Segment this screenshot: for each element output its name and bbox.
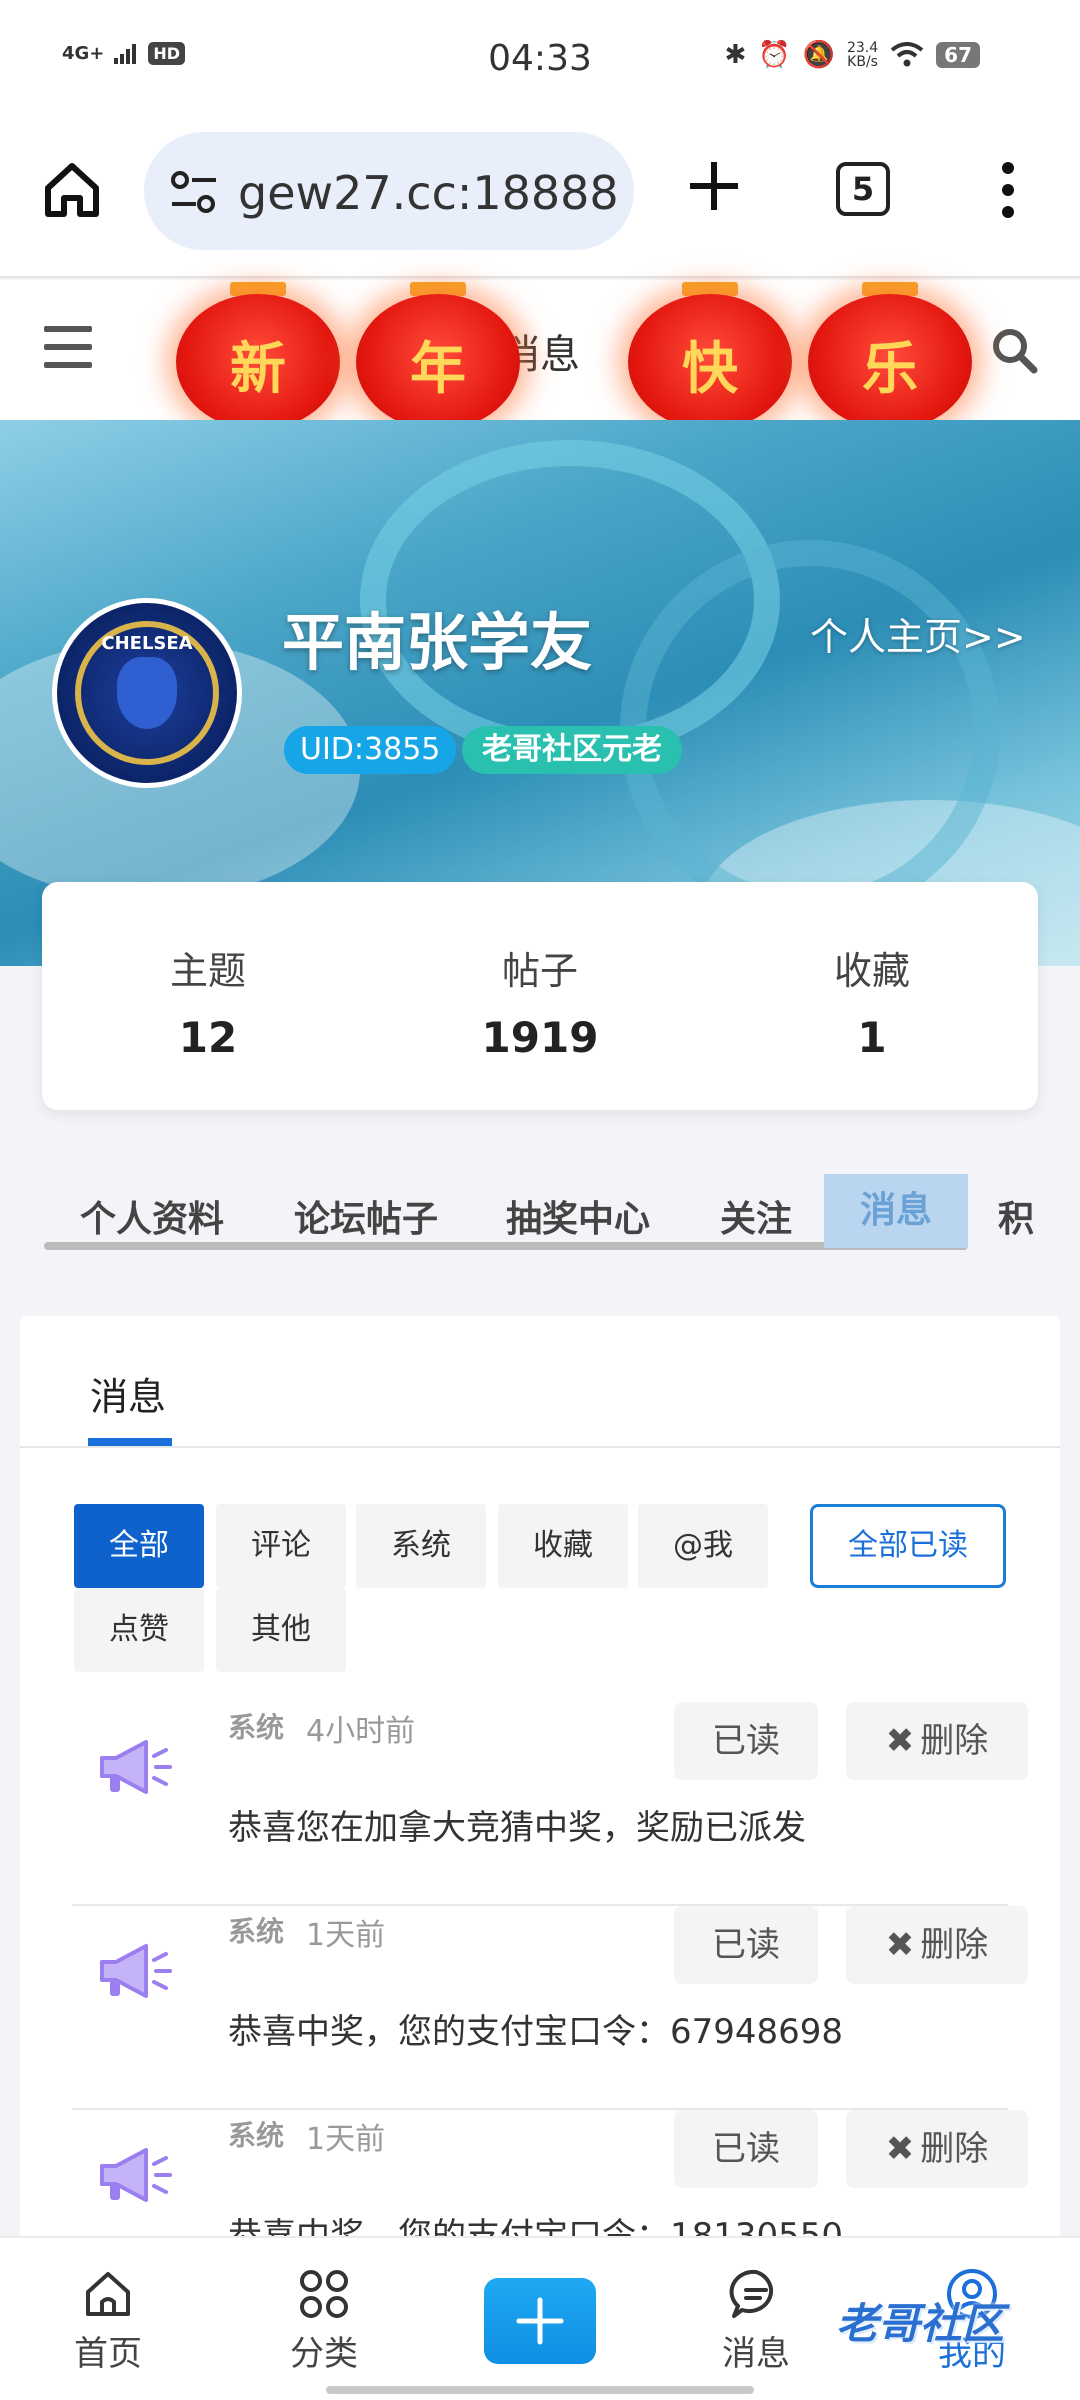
network-speed: 23.4 KB/s — [846, 40, 879, 70]
search-icon[interactable] — [990, 326, 1038, 374]
nav-home[interactable]: 首页 — [38, 2266, 178, 2375]
close-icon: ✖ — [885, 1721, 915, 1761]
home-indicator[interactable] — [326, 2386, 754, 2394]
url-text[interactable]: gew27.cc:18888 — [238, 166, 618, 220]
message-content[interactable]: 恭喜您在加拿大竞猜中奖，奖励已派发 — [228, 1800, 806, 1849]
grid-icon — [300, 2270, 348, 2318]
tab-messages[interactable]: 消息 — [824, 1174, 969, 1248]
filter-favorites[interactable]: 收藏 — [498, 1504, 628, 1588]
divider — [20, 1446, 1060, 1448]
message-type: 系统 — [228, 2119, 285, 2152]
messages-tab[interactable]: 消息 — [90, 1366, 166, 1421]
mark-read-button[interactable]: 已读 — [674, 2110, 818, 2188]
tab-switcher-button[interactable]: 5 — [836, 162, 890, 216]
tab-points[interactable]: 积 — [998, 1190, 1034, 1242]
filter-comments[interactable]: 评论 — [216, 1504, 346, 1588]
message-time: 1天前 — [306, 2122, 386, 2157]
status-icons: ✱ ⏰ 🔕 23.4 KB/s 67 — [724, 40, 980, 70]
alarm-icon: ⏰ — [758, 40, 791, 70]
delete-button[interactable]: ✖ 删除 — [846, 1702, 1028, 1780]
megaphone-icon — [100, 1740, 172, 1794]
delete-button[interactable]: ✖ 删除 — [846, 1906, 1028, 1984]
megaphone-icon — [100, 2148, 172, 2202]
profile-homepage-link[interactable]: 个人主页>> — [810, 606, 1026, 661]
stat-favorites[interactable]: 收藏 1 — [706, 882, 1038, 1110]
close-icon: ✖ — [885, 1925, 915, 1965]
address-bar[interactable]: gew27.cc:18888 — [144, 132, 634, 250]
menu-icon[interactable] — [44, 326, 92, 368]
mark-read-button[interactable]: 已读 — [674, 1702, 818, 1780]
chat-icon — [729, 2269, 774, 2318]
plus-icon — [516, 2297, 564, 2345]
new-post-button[interactable] — [484, 2278, 596, 2364]
battery-icon: 67 — [936, 42, 980, 68]
site-settings-icon[interactable] — [168, 170, 220, 214]
bottom-nav: 首页 分类 消息 我的 老哥社区 — [0, 2236, 1080, 2400]
more-vertical-icon[interactable] — [994, 160, 1022, 220]
close-icon: ✖ — [885, 2129, 915, 2169]
filter-other[interactable]: 其他 — [216, 1588, 346, 1672]
filter-system[interactable]: 系统 — [356, 1504, 486, 1588]
home-icon[interactable] — [40, 158, 104, 222]
message-item: 系统 4小时前 已读 ✖ 删除 恭喜您在加拿大竞猜中奖，奖励已派发 — [72, 1702, 1028, 1906]
mute-icon: 🔕 — [802, 40, 835, 70]
browser-toolbar: gew27.cc:18888 5 — [0, 120, 1080, 278]
filter-likes[interactable]: 点赞 — [74, 1588, 204, 1672]
new-tab-icon[interactable] — [686, 158, 742, 214]
tab-profile-info[interactable]: 个人资料 — [80, 1190, 224, 1242]
avatar[interactable]: CHELSEA — [52, 598, 242, 788]
message-item: 系统 1天前 已读 ✖ 删除 恭喜中奖，您的支付宝口令：67948698 — [72, 1906, 1028, 2110]
active-tab-indicator — [88, 1438, 172, 1446]
watermark-logo: 老哥社区 — [836, 2299, 1005, 2348]
bluetooth-icon: ✱ — [724, 40, 747, 70]
home-icon — [86, 2272, 130, 2316]
tab-following[interactable]: 关注 — [720, 1190, 792, 1242]
message-time: 4小时前 — [306, 1714, 416, 1749]
uid-badge: UID:3855 — [284, 726, 457, 774]
stat-posts[interactable]: 帖子 1919 — [374, 882, 706, 1110]
mark-read-button[interactable]: 已读 — [674, 1906, 818, 1984]
status-bar: 4G+ HD 04:33 ✱ ⏰ 🔕 23.4 KB/s 67 — [0, 0, 1080, 120]
tab-lottery-center[interactable]: 抽奖中心 — [506, 1190, 650, 1242]
megaphone-icon — [100, 1944, 172, 1998]
message-content[interactable]: 恭喜中奖，您的支付宝口令：67948698 — [228, 2004, 843, 2053]
username: 平南张学友 — [282, 606, 593, 679]
stat-topics[interactable]: 主题 12 — [42, 882, 374, 1110]
rank-badge: 老哥社区元老 — [462, 726, 682, 774]
stats-card: 主题 12 帖子 1919 收藏 1 — [42, 882, 1038, 1110]
delete-button[interactable]: ✖ 删除 — [846, 2110, 1028, 2188]
profile-tabs: 个人资料 论坛帖子 抽奖中心 关注 消息 积 — [44, 1174, 1080, 1254]
mark-all-read-button[interactable]: 全部已读 — [810, 1504, 1006, 1588]
nav-messages[interactable]: 消息 — [686, 2266, 826, 2375]
filter-all[interactable]: 全部 — [74, 1504, 204, 1588]
message-time: 1天前 — [306, 1918, 386, 1953]
message-type: 系统 — [228, 1915, 285, 1948]
nav-categories[interactable]: 分类 — [254, 2266, 394, 2375]
filter-mentions[interactable]: @我 — [638, 1504, 768, 1588]
message-type: 系统 — [228, 1711, 285, 1744]
tab-forum-posts[interactable]: 论坛帖子 — [294, 1190, 438, 1242]
wifi-icon — [890, 42, 924, 67]
